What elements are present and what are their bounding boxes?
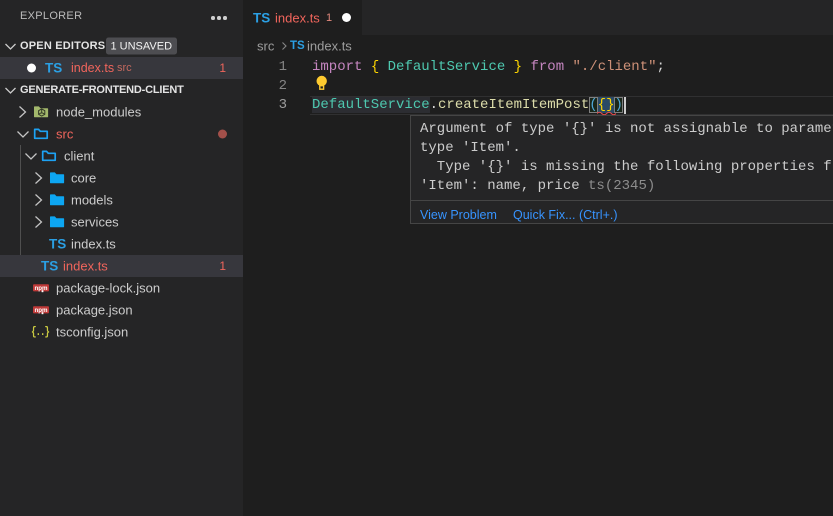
svg-text:npm: npm	[34, 285, 48, 292]
svg-text:npm: npm	[34, 307, 48, 314]
